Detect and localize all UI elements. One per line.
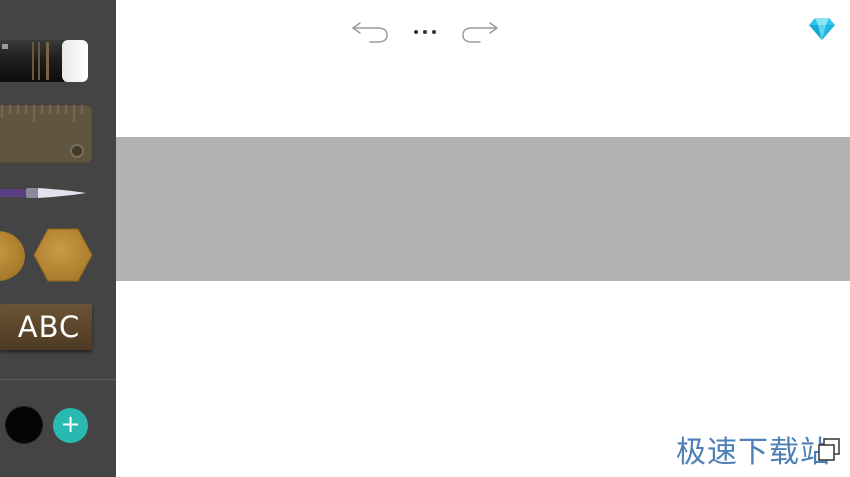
watermark: 极速下载站	[676, 427, 844, 470]
undo-button[interactable]	[350, 19, 390, 45]
redo-arrow-icon	[462, 22, 498, 43]
current-color-swatch[interactable]	[6, 407, 42, 443]
redo-button[interactable]	[460, 19, 500, 45]
circle-shape-tool[interactable]	[0, 230, 26, 282]
ruler-tool[interactable]	[0, 104, 94, 164]
ruler-icon	[0, 104, 93, 164]
ellipsis-icon	[414, 30, 436, 34]
more-options-button[interactable]	[410, 22, 440, 42]
brush-tool[interactable]	[0, 178, 90, 208]
tool-sidebar: ABC +	[0, 0, 116, 477]
text-tool[interactable]: ABC	[0, 304, 92, 350]
plus-icon: +	[60, 410, 81, 438]
premium-button[interactable]	[808, 14, 836, 42]
eraser-icon	[0, 40, 88, 82]
canvas-gray-rectangle[interactable]	[116, 137, 850, 281]
circle-shape-icon	[0, 231, 25, 281]
hexagon-shape-icon	[33, 228, 93, 282]
sidebar-divider	[0, 379, 116, 380]
diamond-icon	[809, 18, 835, 40]
text-tool-label: ABC	[17, 310, 81, 344]
layers-icon	[818, 438, 840, 461]
eraser-tool[interactable]	[0, 38, 90, 84]
undo-arrow-icon	[352, 22, 388, 43]
paintbrush-icon	[0, 188, 86, 198]
add-color-button[interactable]: +	[53, 408, 88, 443]
watermark-text: 极速下载站	[676, 435, 831, 470]
hexagon-shape-tool[interactable]	[32, 226, 94, 284]
